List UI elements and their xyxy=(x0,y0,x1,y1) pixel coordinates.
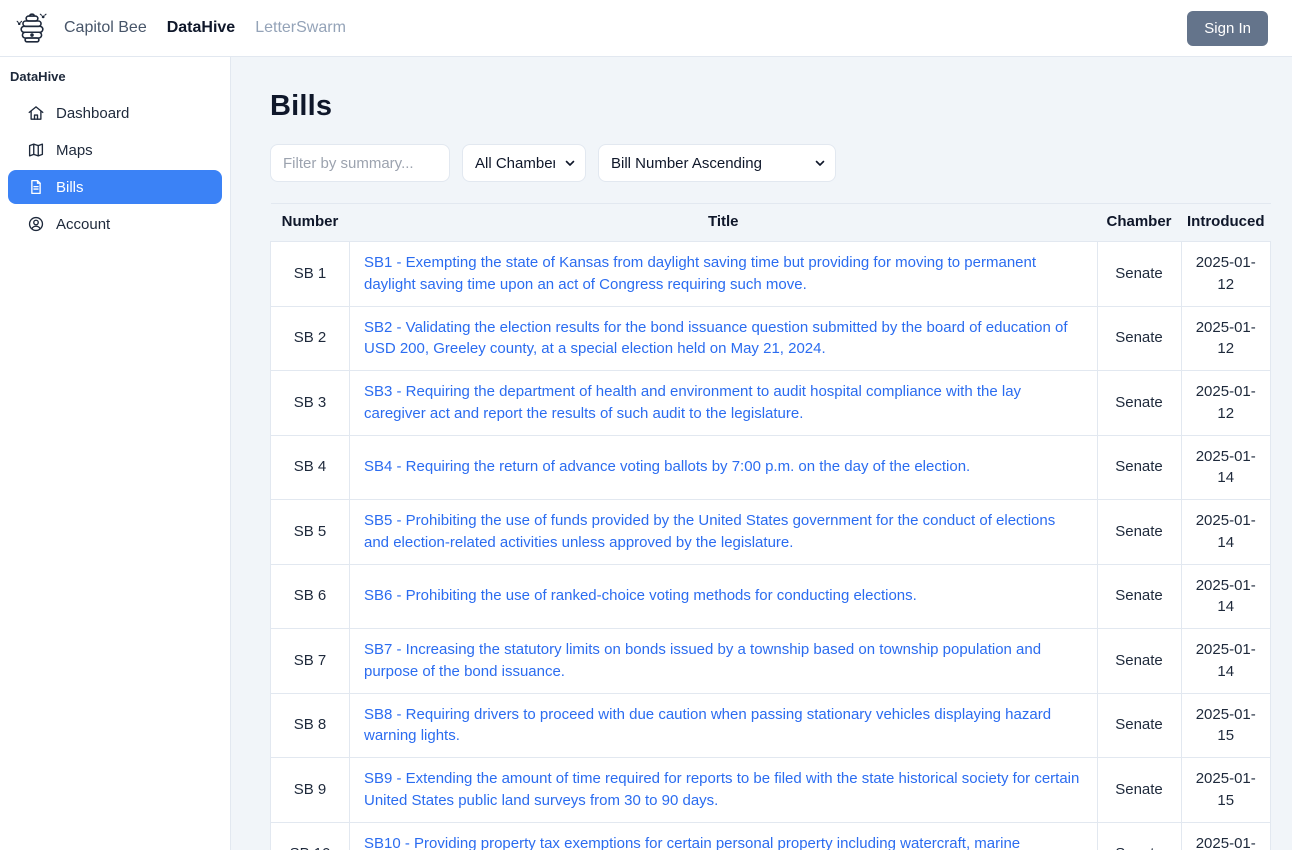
column-header-introduced: Introduced xyxy=(1181,203,1271,242)
bill-chamber-cell: Senate xyxy=(1096,692,1182,758)
bill-title-cell: SB1 - Exempting the state of Kansas from… xyxy=(349,241,1098,307)
bill-number-cell: SB 6 xyxy=(270,563,350,629)
table-row: SB 7 SB7 - Increasing the statutory limi… xyxy=(270,628,1271,694)
brand-capitol-bee[interactable]: Capitol Bee xyxy=(64,19,147,37)
bill-chamber-cell: Senate xyxy=(1096,757,1182,823)
table-row: SB 1 SB1 - Exempting the state of Kansas… xyxy=(270,241,1271,307)
bill-title-link[interactable]: SB7 - Increasing the statutory limits on… xyxy=(364,641,1041,680)
sidebar-item-label: Maps xyxy=(56,141,93,159)
bill-title-cell: SB4 - Requiring the return of advance vo… xyxy=(349,434,1098,500)
bills-table-header: Number Title Chamber Introduced xyxy=(270,203,1271,242)
bill-title-cell: SB3 - Requiring the department of health… xyxy=(349,370,1098,436)
chamber-select[interactable]: All Chambers xyxy=(462,144,586,182)
bill-number-cell: SB 8 xyxy=(270,692,350,758)
bill-introduced-cell: 2025-01-14 xyxy=(1180,434,1271,500)
bill-title-cell: SB2 - Validating the election results fo… xyxy=(349,305,1098,371)
table-row: SB 8 SB8 - Requiring drivers to proceed … xyxy=(270,692,1271,758)
beehive-logo-icon xyxy=(14,10,50,46)
bill-chamber-cell: Senate xyxy=(1096,563,1182,629)
bill-title-link[interactable]: SB5 - Prohibiting the use of funds provi… xyxy=(364,512,1055,551)
bill-introduced-cell: 2025-01-12 xyxy=(1180,305,1271,371)
bill-chamber-cell: Senate xyxy=(1096,628,1182,694)
brand-letterswarm[interactable]: LetterSwarm xyxy=(255,19,346,37)
sidebar-item-dashboard[interactable]: Dashboard xyxy=(8,96,222,130)
bill-chamber-cell: Senate xyxy=(1096,305,1182,371)
page-title: Bills xyxy=(270,90,333,122)
bill-number-cell: SB 4 xyxy=(270,434,350,500)
map-icon xyxy=(27,141,45,159)
sidebar-item-bills[interactable]: Bills xyxy=(8,170,222,204)
bill-title-cell: SB8 - Requiring drivers to proceed with … xyxy=(349,692,1098,758)
summary-filter-input[interactable] xyxy=(270,144,450,182)
bill-title-cell: SB5 - Prohibiting the use of funds provi… xyxy=(349,499,1098,565)
bill-chamber-cell: Senate xyxy=(1096,241,1182,307)
bill-title-link[interactable]: SB10 - Providing property tax exemptions… xyxy=(364,835,1020,850)
sort-select[interactable]: Bill Number Ascending xyxy=(598,144,836,182)
bill-chamber-cell: Senate xyxy=(1096,821,1182,850)
bill-number-cell: SB 9 xyxy=(270,757,350,823)
bill-number-cell: SB 2 xyxy=(270,305,350,371)
table-row: SB 4 SB4 - Requiring the return of advan… xyxy=(270,434,1271,500)
sidebar-section-label: DataHive xyxy=(10,69,66,84)
bill-introduced-cell: 2025-01-15 xyxy=(1180,757,1271,823)
column-header-title: Title xyxy=(349,203,1097,242)
column-header-number: Number xyxy=(270,203,350,242)
user-circle-icon xyxy=(27,215,45,233)
bill-introduced-cell: 2025-01-12 xyxy=(1180,241,1271,307)
bill-title-link[interactable]: SB9 - Extending the amount of time requi… xyxy=(364,770,1079,809)
sidebar-item-label: Dashboard xyxy=(56,104,130,122)
bill-number-cell: SB 5 xyxy=(270,499,350,565)
brand-datahive[interactable]: DataHive xyxy=(167,19,235,37)
home-icon xyxy=(27,104,45,122)
bill-title-cell: SB9 - Extending the amount of time requi… xyxy=(349,757,1098,823)
bill-introduced-cell: 2025-01-15 xyxy=(1180,821,1271,850)
sidebar-item-account[interactable]: Account xyxy=(8,207,222,241)
bill-chamber-cell: Senate xyxy=(1096,434,1182,500)
table-row: SB 5 SB5 - Prohibiting the use of funds … xyxy=(270,499,1271,565)
sidebar-item-label: Account xyxy=(56,215,111,233)
brand-nav: Capitol Bee DataHive LetterSwarm xyxy=(64,19,346,37)
bill-title-cell: SB7 - Increasing the statutory limits on… xyxy=(349,628,1098,694)
bill-title-link[interactable]: SB8 - Requiring drivers to proceed with … xyxy=(364,706,1051,745)
bills-table-body: SB 1 SB1 - Exempting the state of Kansas… xyxy=(270,241,1271,850)
table-row: SB 6 SB6 - Prohibiting the use of ranked… xyxy=(270,563,1271,629)
bill-title-cell: SB10 - Providing property tax exemptions… xyxy=(349,821,1098,850)
sidebar: DataHive Dashboard Maps Bills Account xyxy=(0,57,231,850)
bill-chamber-cell: Senate xyxy=(1096,499,1182,565)
bill-introduced-cell: 2025-01-14 xyxy=(1180,563,1271,629)
table-row: SB 2 SB2 - Validating the election resul… xyxy=(270,305,1271,371)
table-row: SB 3 SB3 - Requiring the department of h… xyxy=(270,370,1271,436)
bill-introduced-cell: 2025-01-15 xyxy=(1180,692,1271,758)
bill-chamber-cell: Senate xyxy=(1096,370,1182,436)
main-content: Bills All Chambers Bill Number Ascending xyxy=(231,57,1292,850)
bill-number-cell: SB 7 xyxy=(270,628,350,694)
bill-title-link[interactable]: SB4 - Requiring the return of advance vo… xyxy=(364,458,970,475)
bill-number-cell: SB 10 xyxy=(270,821,350,850)
sign-in-button[interactable]: Sign In xyxy=(1187,10,1268,46)
bill-title-link[interactable]: SB2 - Validating the election results fo… xyxy=(364,319,1068,358)
bill-number-cell: SB 3 xyxy=(270,370,350,436)
document-icon xyxy=(27,178,45,196)
bill-introduced-cell: 2025-01-14 xyxy=(1180,499,1271,565)
bill-number-cell: SB 1 xyxy=(270,241,350,307)
sidebar-item-label: Bills xyxy=(56,178,84,196)
bill-title-link[interactable]: SB1 - Exempting the state of Kansas from… xyxy=(364,254,1036,293)
bill-title-link[interactable]: SB3 - Requiring the department of health… xyxy=(364,383,1021,422)
bill-introduced-cell: 2025-01-12 xyxy=(1180,370,1271,436)
bill-title-link[interactable]: SB6 - Prohibiting the use of ranked-choi… xyxy=(364,587,917,604)
table-row: SB 9 SB9 - Extending the amount of time … xyxy=(270,757,1271,823)
column-header-chamber: Chamber xyxy=(1097,203,1181,242)
bill-introduced-cell: 2025-01-14 xyxy=(1180,628,1271,694)
bill-title-cell: SB6 - Prohibiting the use of ranked-choi… xyxy=(349,563,1098,629)
filter-bar: All Chambers Bill Number Ascending xyxy=(270,144,1272,182)
bills-table: Number Title Chamber Introduced SB 1 SB1… xyxy=(270,203,1271,850)
sidebar-item-maps[interactable]: Maps xyxy=(8,133,222,167)
top-bar: Capitol Bee DataHive LetterSwarm Sign In xyxy=(0,0,1292,57)
table-row: SB 10 SB10 - Providing property tax exem… xyxy=(270,821,1271,850)
